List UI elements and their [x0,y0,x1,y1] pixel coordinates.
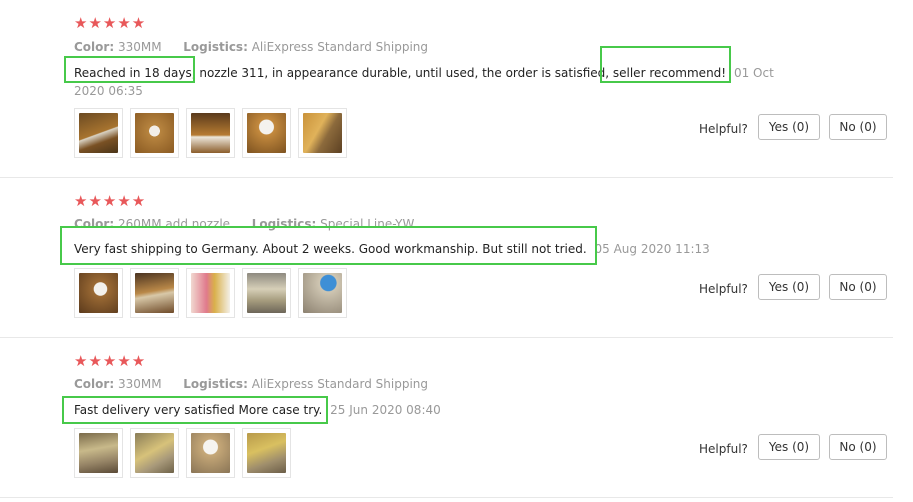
review-divider [0,497,893,498]
helpful-label: Helpful? [699,442,748,456]
color-label: Color: [74,217,115,231]
logistics-value: AliExpress Standard Shipping [251,377,429,391]
helpful-no-button[interactable]: No (0) [829,274,887,300]
logistics-value: Special Line-YW [320,217,415,231]
review-photo-thumbnail[interactable] [74,268,123,318]
review-photo-thumbnail[interactable] [242,108,291,158]
star-rating: ★★★★★ [74,352,147,370]
logistics-label: Logistics: [183,40,248,54]
color-value: 330MM [117,377,162,391]
star-rating: ★★★★★ [74,14,147,32]
review-item: ★★★★★ Color: 330MM Logistics: AliExpress… [0,338,893,498]
helpful-no-button[interactable]: No (0) [829,434,887,460]
review-date: 25 Jun 2020 08:40 [330,403,441,417]
review-photo-thumbnail[interactable] [74,108,123,158]
review-photo-thumbnail[interactable] [130,108,179,158]
review-photo-thumbnail[interactable] [242,268,291,318]
color-label: Color: [74,40,115,54]
review-photos [74,268,347,318]
review-meta: Color: 330MM Logistics: AliExpress Stand… [74,40,428,54]
review-photo-thumbnail[interactable] [186,268,235,318]
review-content: Very fast shipping to Germany. About 2 w… [74,240,794,258]
star-rating: ★★★★★ [74,192,147,210]
review-content: Fast delivery very satisfied More case t… [74,401,794,419]
logistics-value: AliExpress Standard Shipping [251,40,429,54]
color-label: Color: [74,377,115,391]
helpful-yes-button[interactable]: Yes (0) [758,274,820,300]
review-photo-thumbnail[interactable] [130,428,179,478]
review-text: Very fast shipping to Germany. About 2 w… [74,242,587,256]
review-photo-thumbnail[interactable] [130,268,179,318]
review-photo-thumbnail[interactable] [186,108,235,158]
logistics-label: Logistics: [183,377,248,391]
color-value: 260MM add nozzle [117,217,231,231]
review-photo-thumbnail[interactable] [74,428,123,478]
review-photo-thumbnail[interactable] [298,108,347,158]
review-text: Fast delivery very satisfied More case t… [74,403,323,417]
review-photo-thumbnail[interactable] [298,268,347,318]
review-meta: Color: 260MM add nozzle Logistics: Speci… [74,217,414,231]
review-meta: Color: 330MM Logistics: AliExpress Stand… [74,377,428,391]
review-content: Reached in 18 days, nozzle 311, in appea… [74,64,794,100]
helpful-yes-button[interactable]: Yes (0) [758,114,820,140]
review-date: 05 Aug 2020 11:13 [594,242,710,256]
helpful-no-button[interactable]: No (0) [829,114,887,140]
review-item: ★★★★★ Color: 330MM Logistics: AliExpress… [0,0,893,178]
review-photo-thumbnail[interactable] [186,428,235,478]
review-photo-thumbnail[interactable] [242,428,291,478]
review-item: ★★★★★ Color: 260MM add nozzle Logistics:… [0,178,893,338]
helpful-label: Helpful? [699,282,748,296]
review-photos [74,108,347,158]
helpful-label: Helpful? [699,122,748,136]
review-text: Reached in 18 days, nozzle 311, in appea… [74,66,727,80]
color-value: 330MM [117,40,162,54]
review-photos [74,428,291,478]
logistics-label: Logistics: [251,217,317,231]
helpful-yes-button[interactable]: Yes (0) [758,434,820,460]
